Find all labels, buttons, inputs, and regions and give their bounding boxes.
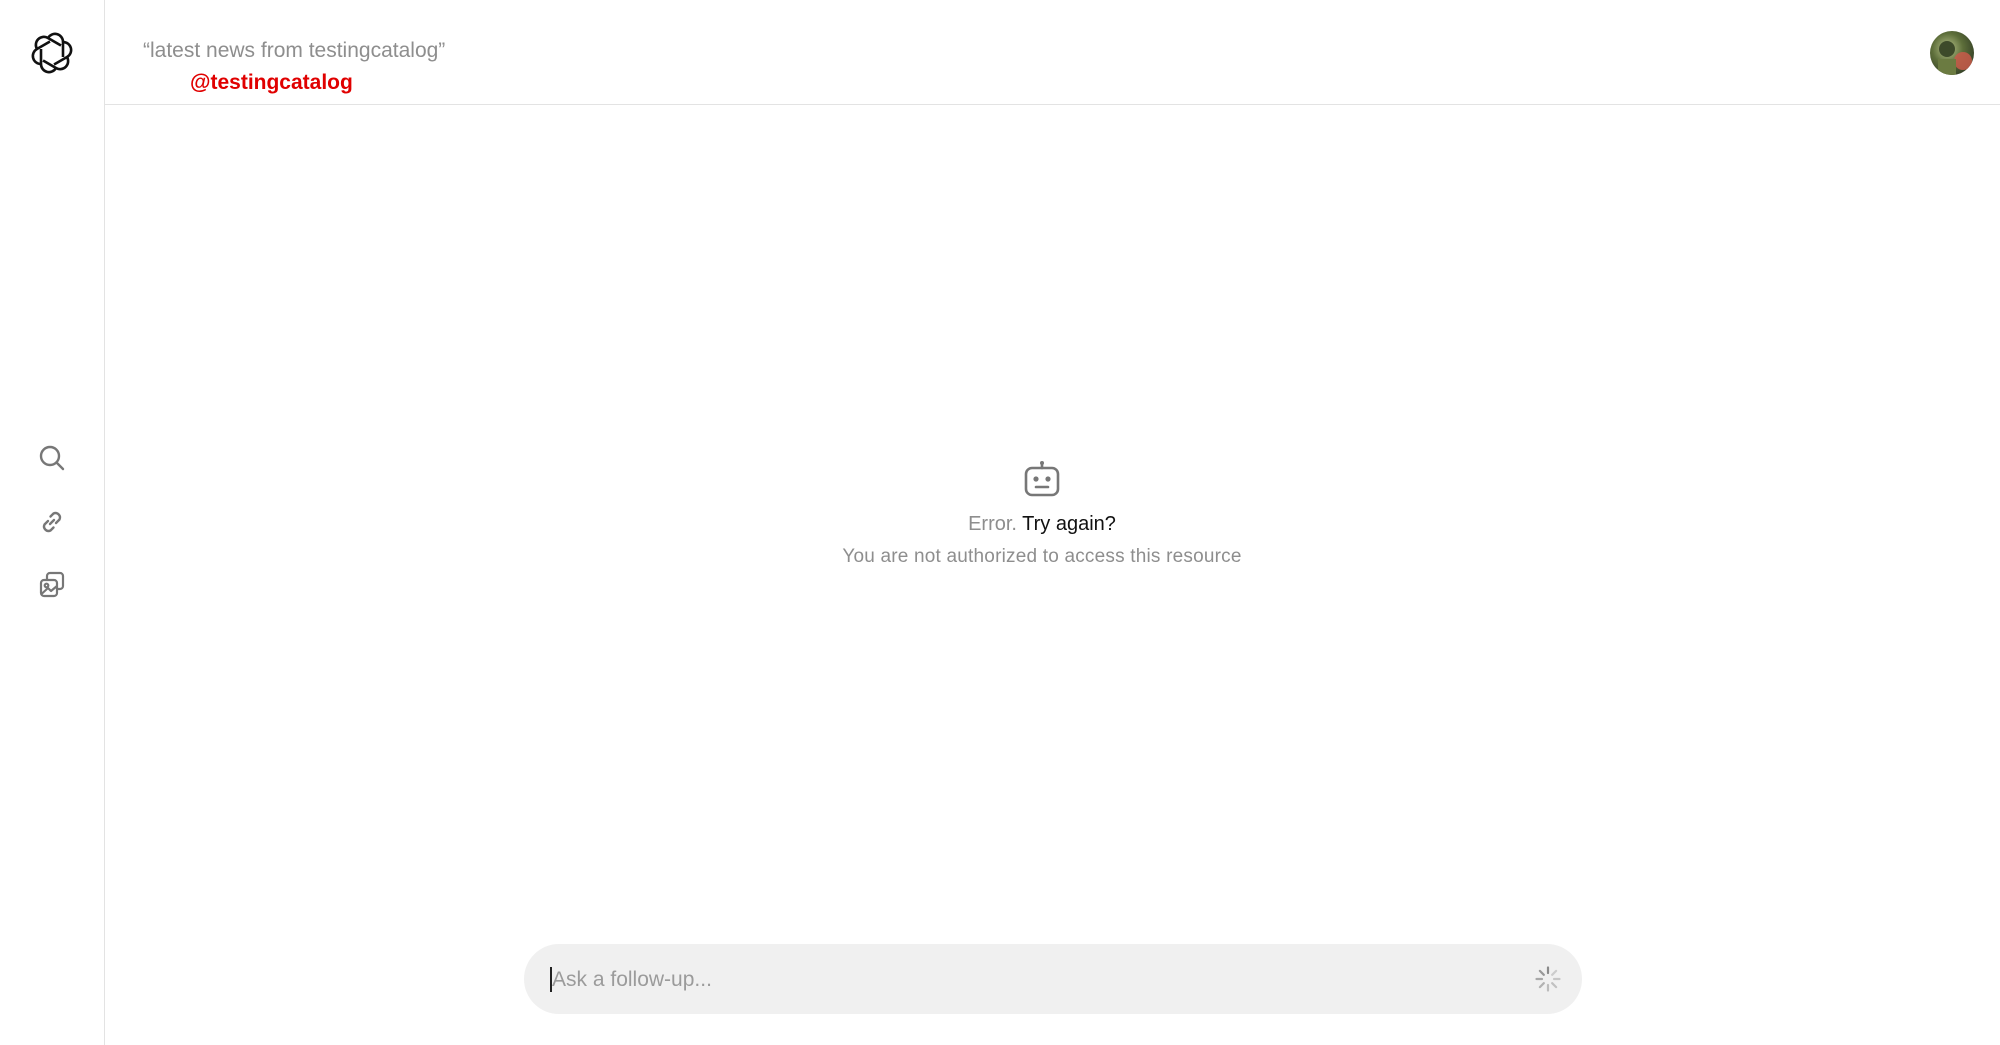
error-label: Error. xyxy=(968,513,1017,535)
followup-input[interactable] xyxy=(550,944,1494,1016)
user-avatar[interactable] xyxy=(1930,31,1974,75)
sidebar-search-button[interactable] xyxy=(34,440,70,476)
sidebar-links-button[interactable] xyxy=(34,504,70,540)
sidebar xyxy=(0,0,105,1045)
robot-icon xyxy=(1024,461,1060,497)
images-icon xyxy=(39,571,65,598)
link-icon xyxy=(42,511,62,533)
error-panel: Error. Try again? You are not authorized… xyxy=(105,460,1979,568)
followup-bar xyxy=(524,944,1582,1016)
error-line: Error. Try again? xyxy=(105,513,1979,536)
top-bar: “latest news from testingcatalog” @testi… xyxy=(105,0,2000,105)
openai-logo-icon[interactable] xyxy=(30,31,74,75)
app-window: “latest news from testingcatalog” @testi… xyxy=(0,0,2000,1045)
search-icon xyxy=(39,445,65,471)
try-again-link[interactable]: Try again? xyxy=(1022,513,1116,535)
loading-spinner-icon xyxy=(1534,965,1562,993)
search-query-title: “latest news from testingcatalog” xyxy=(143,39,446,62)
text-caret xyxy=(550,967,552,992)
sidebar-images-button[interactable] xyxy=(34,567,70,603)
watermark-label: @testingcatalog xyxy=(190,71,353,94)
error-message: You are not authorized to access this re… xyxy=(842,546,1242,567)
